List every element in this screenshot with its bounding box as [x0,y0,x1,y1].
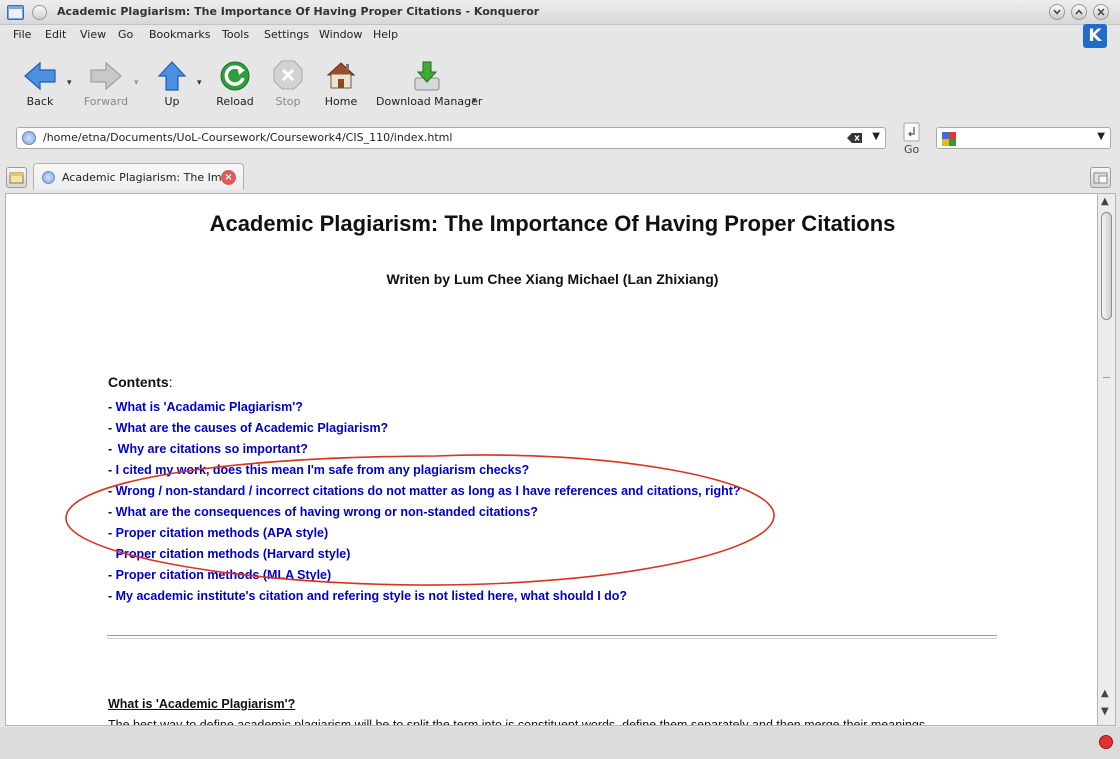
menu-file[interactable]: File [13,28,31,41]
scroll-up-arrow-icon[interactable]: ▲ [1101,196,1109,207]
security-status-icon[interactable] [1099,735,1113,749]
menu-settings[interactable]: Settings [264,28,309,41]
home-button[interactable]: Home [321,54,361,110]
close-window-button[interactable] [1093,4,1109,20]
tab-label: Academic Plagiarism: The Im... [62,171,233,184]
arrow-left-icon [24,61,56,91]
menu-window[interactable]: Window [319,28,362,41]
scroll-up-arrow-icon[interactable]: ▲ [1101,688,1109,699]
stop-button[interactable]: Stop [268,54,308,110]
menu-bookmarks[interactable]: Bookmarks [149,28,210,41]
up-button[interactable]: Up [152,54,192,110]
menu-view[interactable]: View [80,28,106,41]
menu-tools[interactable]: Tools [222,28,249,41]
forward-label: Forward [83,95,129,108]
menu-edit[interactable]: Edit [45,28,66,41]
home-icon [326,62,356,89]
go-arrow-icon [903,122,920,142]
home-label: Home [324,95,358,108]
reload-button[interactable]: Reload [215,54,255,110]
page-viewport[interactable]: Academic Plagiarism: The Importance Of H… [5,193,1098,726]
back-button[interactable]: Back [18,54,62,110]
stop-label: Stop [275,95,301,108]
menu-bar: File Edit View Go Bookmarks Tools Settin… [0,26,1120,46]
annotation-ellipse [65,454,775,586]
tab-favicon-icon [42,171,55,184]
window-title: Academic Plagiarism: The Importance Of H… [57,5,540,18]
close-tab-icon[interactable]: × [221,170,236,185]
search-engine-icon[interactable] [942,132,956,146]
reload-label: Reload [216,95,254,108]
konqueror-app-icon[interactable] [7,5,24,20]
stop-icon [273,60,303,90]
arrow-up-icon [157,61,187,91]
download-manager-button[interactable]: Download Manager [376,54,483,110]
scrollbar-grip [1103,377,1110,378]
status-bar [0,727,1120,759]
download-manager-label: Download Manager [376,95,483,108]
chevron-up-icon [1075,9,1083,15]
page-favicon-icon [22,131,36,145]
minimize-button[interactable] [1049,4,1065,20]
go-label: Go [904,143,920,156]
web-search-field[interactable]: ▼ [936,127,1111,149]
reload-icon [220,61,250,91]
url-input[interactable]: /home/etna/Documents/UoL-Coursework/Cour… [43,131,452,144]
back-label: Back [26,95,54,108]
tab-current[interactable]: Academic Plagiarism: The Im... × [33,163,244,190]
go-button[interactable]: Go [902,122,922,156]
location-bar[interactable]: /home/etna/Documents/UoL-Coursework/Cour… [16,127,886,149]
main-toolbar: Back ▾ Forward ▾ Up ▾ Reload Stop Home D… [0,54,1120,114]
scrollbar-thumb[interactable] [1101,212,1112,320]
konqueror-window: Academic Plagiarism: The Importance Of H… [0,0,1120,759]
kde-logo-icon: K [1083,24,1107,48]
up-dropdown[interactable]: ▾ [197,78,202,88]
up-label: Up [164,95,180,108]
download-manager-dropdown[interactable]: ▾ [472,96,477,106]
back-history-dropdown[interactable]: ▾ [67,78,72,88]
scroll-down-arrow-icon[interactable]: ▼ [1101,706,1109,717]
forward-button[interactable]: Forward [82,54,130,110]
window-menu-button[interactable] [32,5,47,20]
close-current-tab-button[interactable] [1090,167,1111,188]
chevron-down-icon [1053,9,1061,15]
vertical-scrollbar[interactable]: ▲ ▲ ▼ [1098,193,1116,726]
title-bar: Academic Plagiarism: The Importance Of H… [0,0,1120,25]
maximize-button[interactable] [1071,4,1087,20]
close-icon [1097,8,1105,16]
forward-history-dropdown[interactable]: ▾ [134,78,139,88]
search-engine-dropdown[interactable]: ▼ [1097,131,1105,142]
download-icon [414,61,440,91]
tab-bar: Academic Plagiarism: The Im... × [0,162,1120,190]
menu-help[interactable]: Help [373,28,398,41]
new-tab-button[interactable] [6,167,27,188]
arrow-right-icon [90,61,122,91]
clear-location-icon[interactable] [847,132,863,144]
url-history-dropdown[interactable]: ▼ [872,131,880,142]
menu-go[interactable]: Go [118,28,133,41]
remove-tab-icon [1093,172,1108,184]
new-tab-icon [9,172,24,184]
